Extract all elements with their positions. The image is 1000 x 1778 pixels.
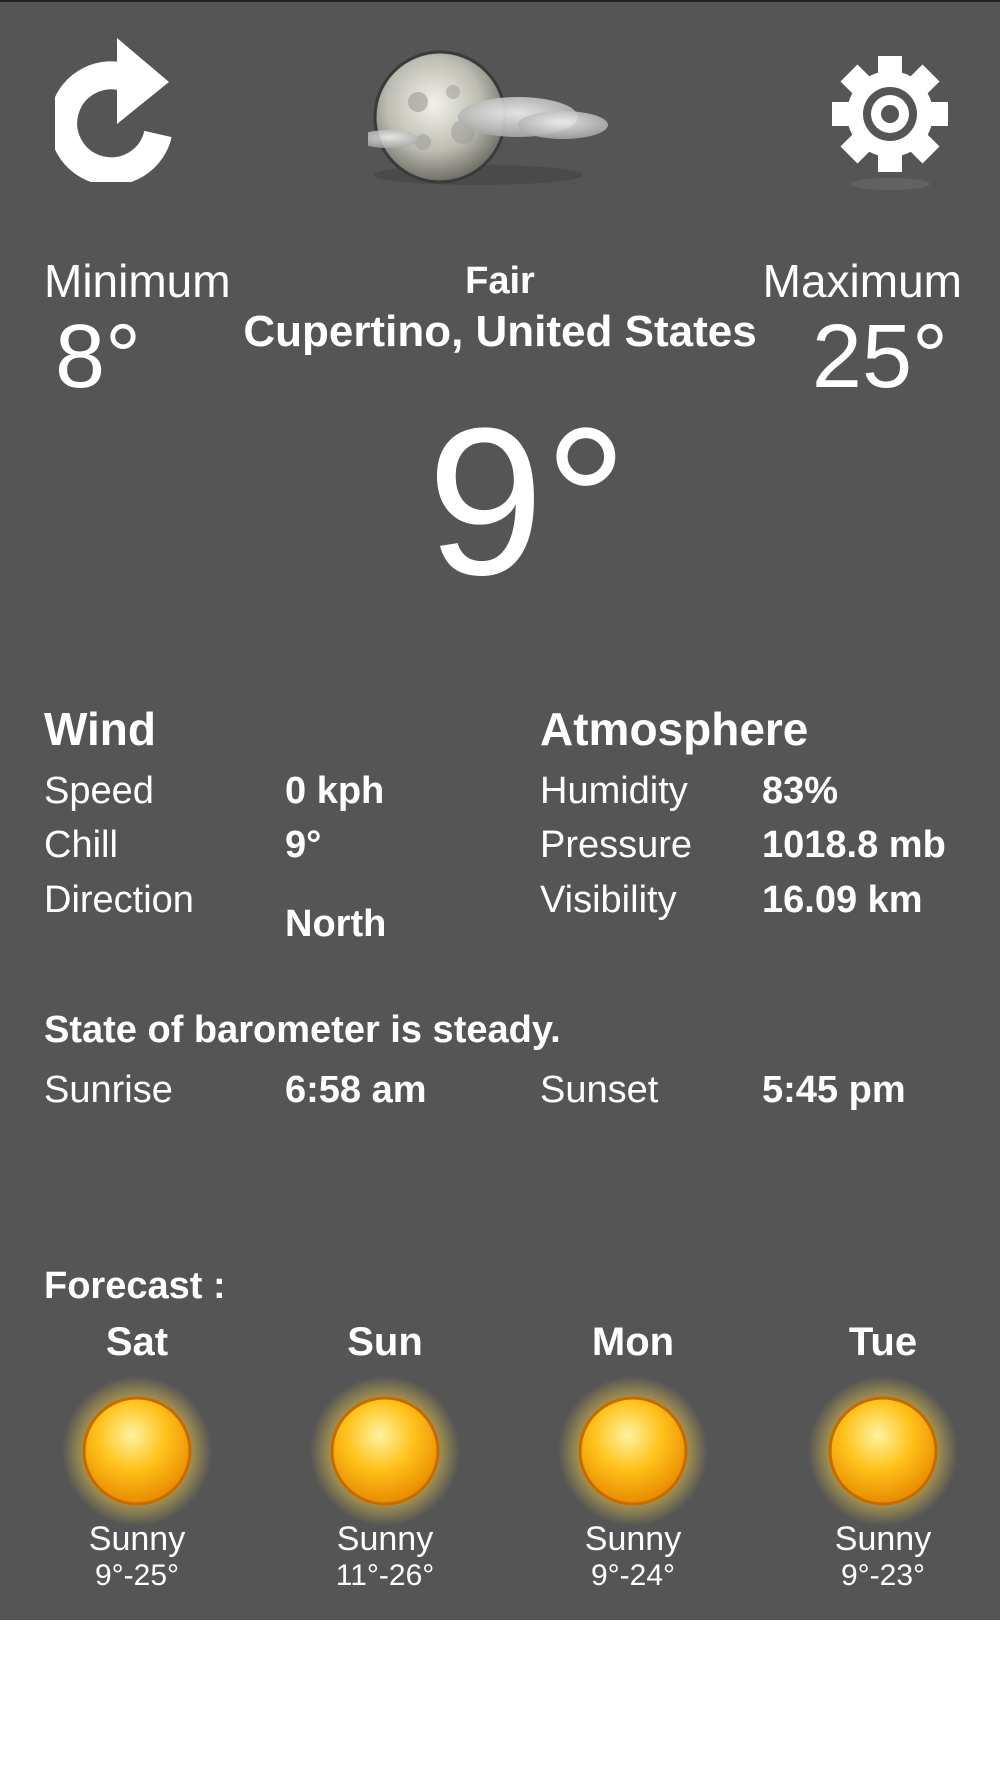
sun-icon bbox=[62, 1376, 212, 1526]
sunrise-label: Sunrise bbox=[44, 1069, 173, 1111]
weather-screen: Minimum 8° Maximum 25° Fair Cupertino, U… bbox=[0, 0, 1000, 1620]
forecast-day-name: Tue bbox=[848, 1320, 918, 1364]
forecast-title: Forecast : bbox=[44, 1265, 226, 1307]
location-text: Cupertino, United States bbox=[243, 307, 757, 356]
forecast-condition: Sunny bbox=[336, 1520, 434, 1558]
forecast-details: Sunny 9°-25° bbox=[27, 1520, 247, 1593]
barometer-state: State of barometer is steady. bbox=[44, 1009, 561, 1051]
forecast-day-name: Mon bbox=[591, 1320, 675, 1364]
forecast-details: Sunny 9°-23° bbox=[773, 1520, 993, 1593]
forecast-day: Tue bbox=[773, 1320, 993, 1365]
atmosphere-title: Atmosphere bbox=[540, 703, 809, 755]
visibility-value: 16.09 km bbox=[762, 879, 923, 921]
humidity-value: 83% bbox=[762, 770, 839, 812]
forecast-day-name: Sun bbox=[347, 1320, 423, 1364]
humidity-label: Humidity bbox=[540, 770, 688, 812]
settings-button[interactable] bbox=[830, 54, 950, 194]
wind-speed-label: Speed bbox=[44, 770, 154, 812]
forecast-range: 9°-24° bbox=[590, 1559, 676, 1592]
forecast-condition: Sunny bbox=[584, 1520, 682, 1558]
current-temperature: 9° bbox=[427, 384, 628, 619]
condition-text: Fair bbox=[465, 260, 535, 302]
sunset-value: 5:45 pm bbox=[762, 1069, 906, 1111]
wind-direction-label: Direction bbox=[44, 879, 194, 921]
pressure-value: 1018.8 mb bbox=[762, 824, 946, 866]
forecast-details: Sunny 11°-26° bbox=[275, 1520, 495, 1593]
sunset-label: Sunset bbox=[540, 1069, 659, 1111]
sun-icon bbox=[558, 1376, 708, 1526]
forecast-range: 11°-26° bbox=[335, 1559, 435, 1592]
forecast-range: 9°-25° bbox=[94, 1559, 180, 1592]
forecast-details: Sunny 9°-24° bbox=[523, 1520, 743, 1593]
forecast-range: 9°-23° bbox=[840, 1559, 926, 1592]
forecast-condition: Sunny bbox=[834, 1520, 932, 1558]
forecast-day: Sun bbox=[275, 1320, 495, 1365]
moon-cloud-icon bbox=[358, 47, 638, 197]
sunrise-value: 6:58 am bbox=[285, 1069, 427, 1111]
wind-speed-value: 0 kph bbox=[285, 770, 385, 812]
forecast-condition: Sunny bbox=[88, 1520, 186, 1558]
wind-title: Wind bbox=[44, 703, 156, 755]
wind-direction-value: North bbox=[285, 903, 387, 945]
wind-chill-value: 9° bbox=[285, 824, 322, 866]
gear-icon bbox=[832, 56, 948, 190]
pressure-label: Pressure bbox=[540, 824, 693, 866]
wind-chill-label: Chill bbox=[44, 824, 118, 866]
forecast-day: Sat bbox=[27, 1320, 247, 1365]
sun-icon bbox=[310, 1376, 460, 1526]
forecast-day: Mon bbox=[523, 1320, 743, 1365]
forecast-day-name: Sat bbox=[105, 1320, 169, 1364]
visibility-label: Visibility bbox=[540, 879, 677, 921]
sun-icon bbox=[808, 1376, 958, 1526]
refresh-icon bbox=[49, 38, 172, 186]
refresh-button[interactable] bbox=[49, 32, 185, 186]
